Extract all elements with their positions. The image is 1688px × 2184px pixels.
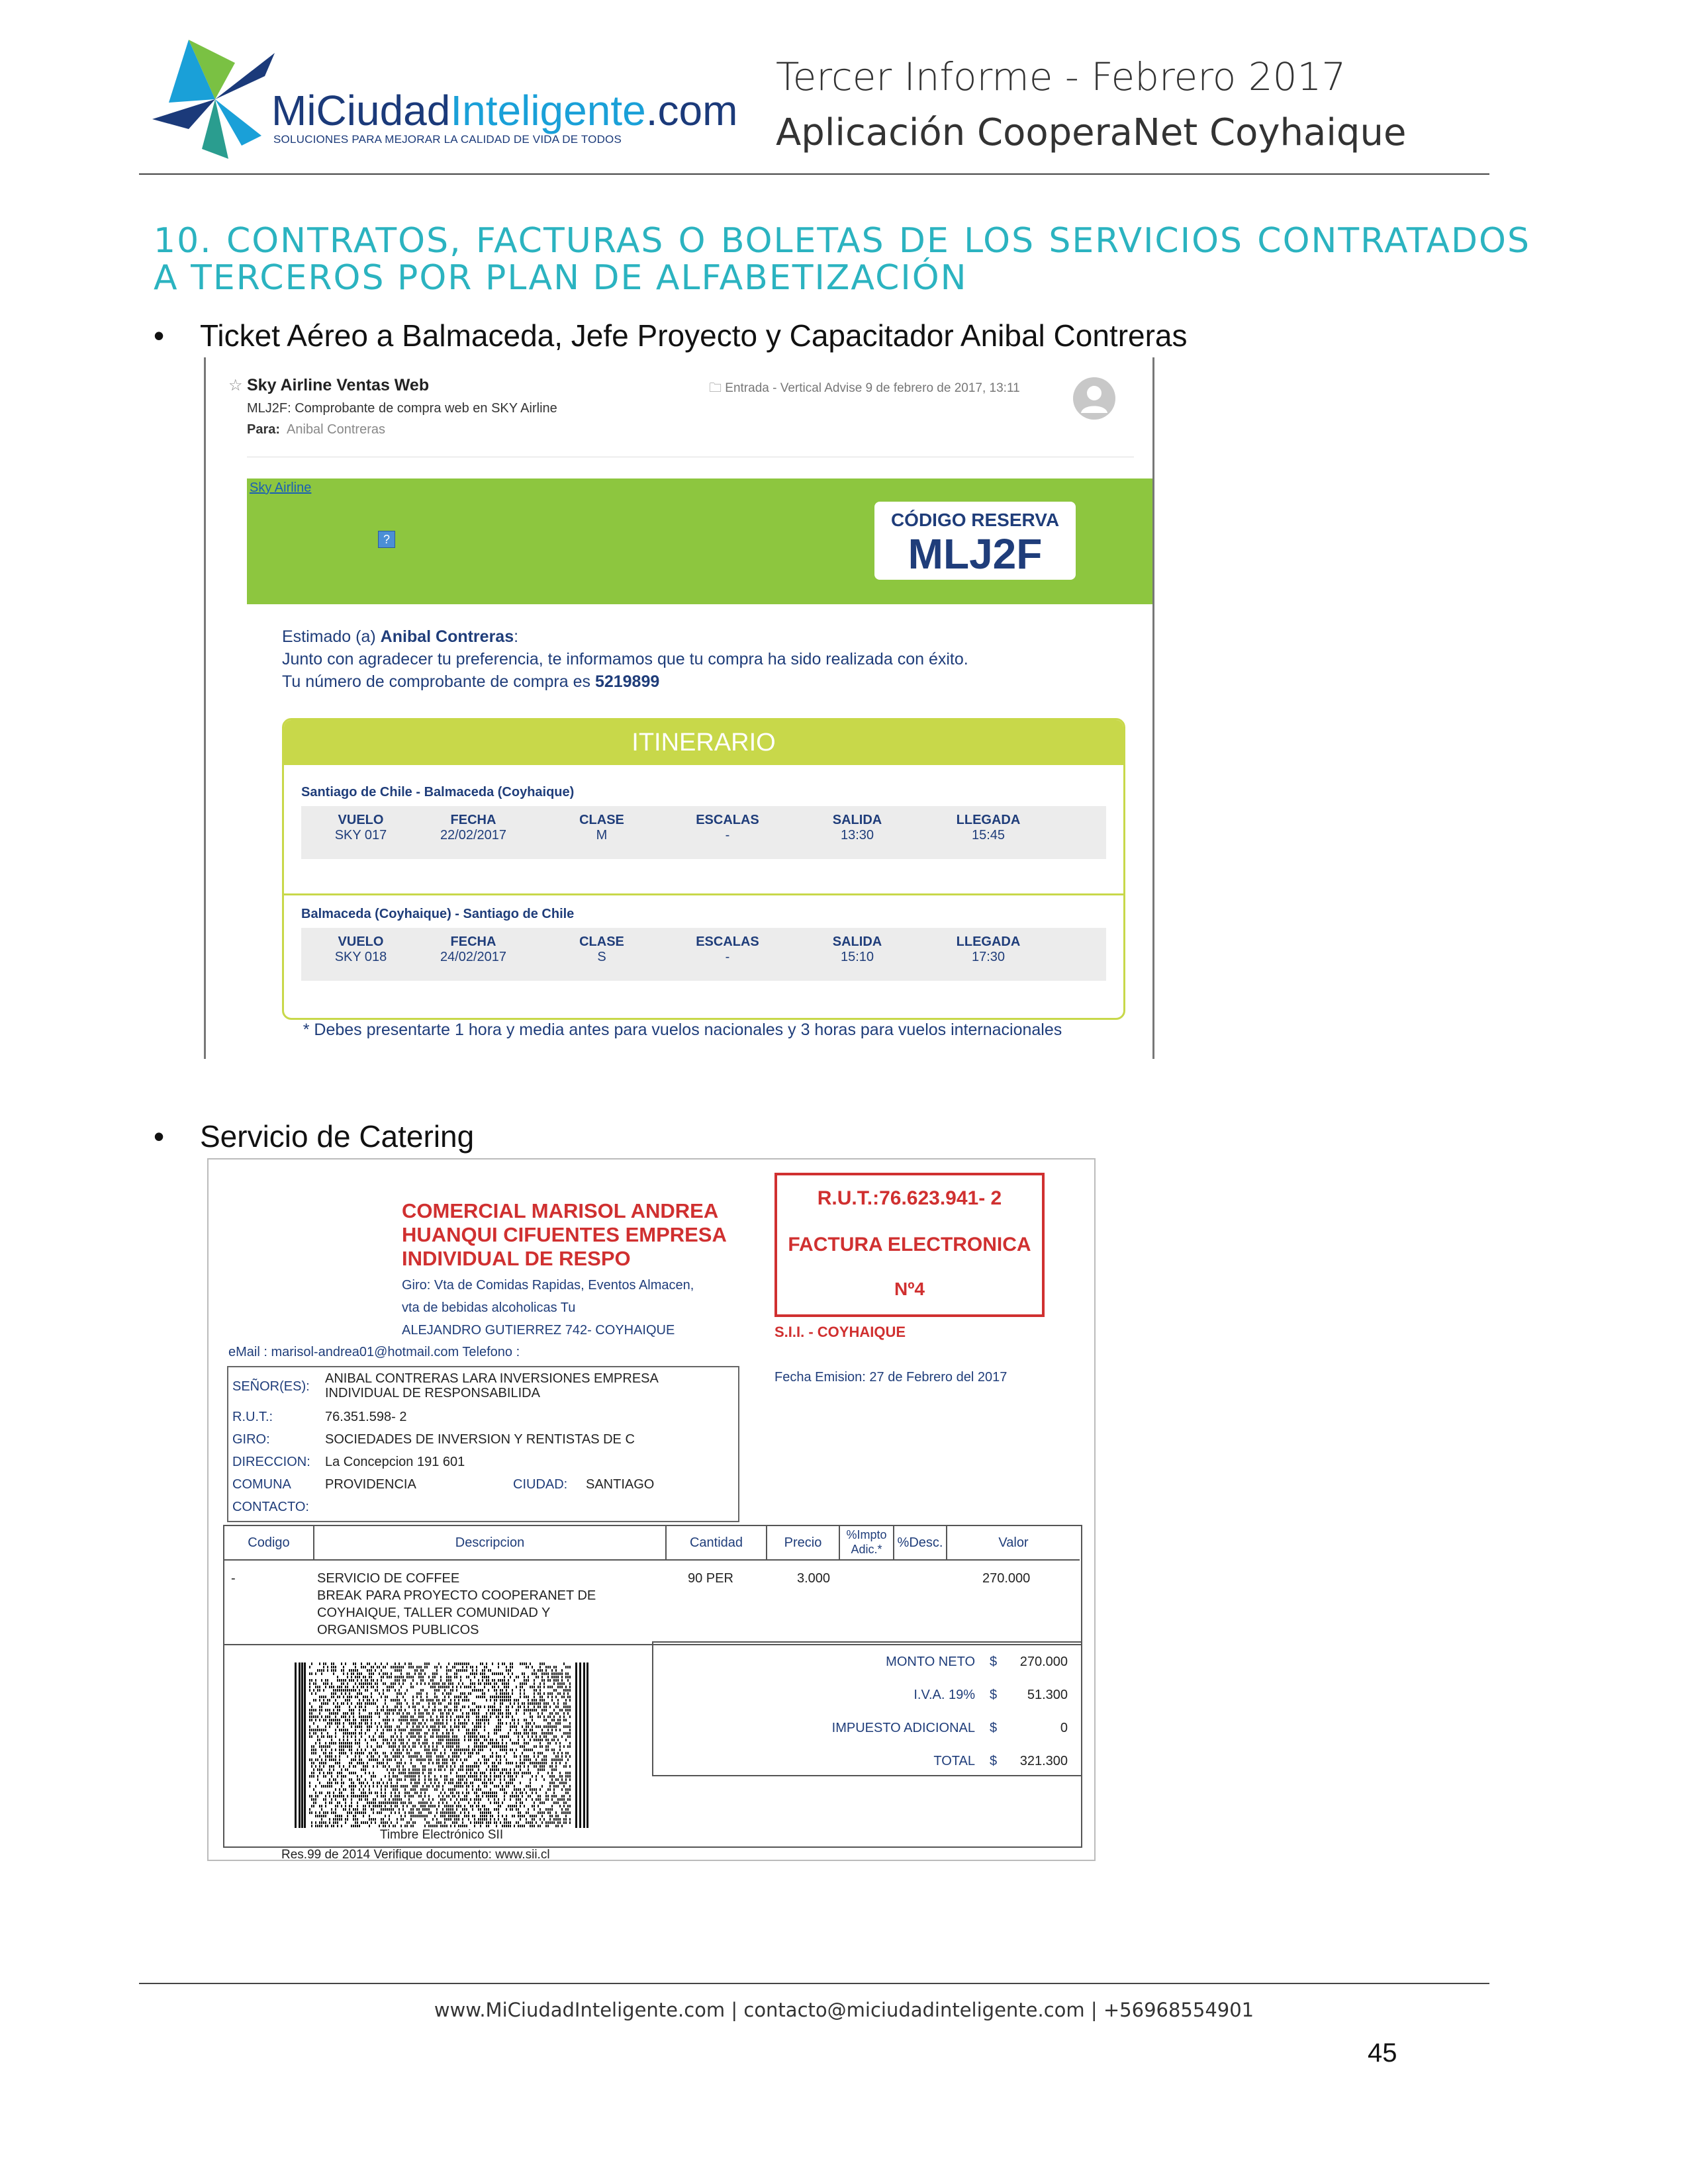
stamp-caption: Timbre Electrónico SII xyxy=(379,1828,504,1842)
email-from: Sky Airline Ventas Web xyxy=(247,376,430,394)
col-desc: %Desc. xyxy=(894,1526,947,1561)
email-recipient: Para: Anibal Contreras xyxy=(247,422,385,437)
client-giro-label: GIRO: xyxy=(232,1432,270,1447)
col-codigo: Codigo xyxy=(224,1526,314,1561)
issue-date: Fecha Emision: 27 de Febrero del 2017 xyxy=(774,1370,1008,1385)
currency-sign: $ xyxy=(990,1688,998,1702)
email-subject: MLJ2F: Comprobante de compra web en SKY … xyxy=(247,401,557,416)
itinerary-title: ITINERARIO xyxy=(284,720,1123,765)
flight-table-outbound: VUELO SKY 017 FECHA 22/02/2017 CLASE M ESCA… xyxy=(301,806,1106,859)
reservation-code-box: CÓDIGO RESERVA MLJ2F xyxy=(874,502,1076,580)
total-value: 321.300 xyxy=(1019,1754,1068,1768)
col-descripcion: Descripcion xyxy=(314,1526,667,1561)
client-contact-label: CONTACTO: xyxy=(232,1500,309,1514)
document-type: FACTURA ELECTRONICA xyxy=(788,1234,1031,1255)
total-value: 0 xyxy=(1060,1721,1068,1735)
logo-wordmark: MiCiudadInteligente.com xyxy=(271,87,738,134)
items-table: Codigo Descripcion Cantidad Precio %Impt… xyxy=(223,1525,1082,1645)
bullet-text: Ticket Aéreo a Balmaceda, Jefe Proyecto … xyxy=(200,318,1188,353)
currency-sign: $ xyxy=(990,1754,998,1768)
client-name: ANIBAL CONTRERAS LARA INVERSIONES EMPRES… xyxy=(325,1371,658,1400)
invoice-image: COMERCIAL MARISOL ANDREA HUANQUI CIFUENT… xyxy=(207,1158,1096,1861)
client-giro: SOCIEDADES DE INVERSION Y RENTISTAS DE C xyxy=(325,1432,635,1447)
bullet-item-ticket: • Ticket Aéreo a Balmaceda, Jefe Proyecto… xyxy=(154,318,1188,353)
total-value: 270.000 xyxy=(1019,1655,1068,1669)
col-impto: %Impto Adic.* xyxy=(840,1526,894,1561)
checkin-note: * Debes presentarte 1 hora y media antes… xyxy=(303,1021,1062,1039)
client-rut-label: R.U.T.: xyxy=(232,1410,273,1424)
sky-airline-link[interactable]: Sky Airline xyxy=(250,480,311,496)
resolution-note: Res.99 de 2014 Verifique documento: www.… xyxy=(281,1848,550,1861)
total-label: TOTAL xyxy=(933,1754,975,1768)
total-label: IMPUESTO ADICIONAL xyxy=(831,1721,975,1735)
issuer-name: COMERCIAL MARISOL ANDREA HUANQUI CIFUENT… xyxy=(402,1199,727,1270)
col-precio: Precio xyxy=(767,1526,840,1561)
greeting-text: Estimado (a) Anibal Contreras: Junto con… xyxy=(282,627,968,691)
item-valor: 270.000 xyxy=(982,1571,1031,1586)
totals-box: MONTO NETO $ 270.000 I.V.A. 19% $ 51.300… xyxy=(652,1641,1082,1776)
footer-rule xyxy=(139,1983,1489,1984)
currency-sign: $ xyxy=(990,1655,998,1669)
item-descripcion: SERVICIO DE COFFEE BREAK PARA PROYECTO C… xyxy=(317,1571,596,1637)
route-outbound: Santiago de Chile - Balmaceda (Coyhaique… xyxy=(301,785,575,799)
client-label: SEÑOR(ES): xyxy=(232,1379,310,1394)
col-valor: Valor xyxy=(947,1526,1080,1561)
tax-id-box: R.U.T.:76.623.941- 2 FACTURA ELECTRONICA… xyxy=(774,1173,1045,1317)
logo-tagline: SOLUCIONES PARA MEJORAR LA CALIDAD DE VI… xyxy=(273,133,622,146)
avatar xyxy=(1073,377,1115,420)
email-screenshot: ☆ Sky Airline Ventas Web MLJ2F: Comproba… xyxy=(204,357,1154,1059)
currency-sign: $ xyxy=(990,1721,998,1735)
itinerary-card: ITINERARIO Santiago de Chile - Balmaceda… xyxy=(282,718,1125,1020)
client-comuna: PROVIDENCIA xyxy=(325,1477,416,1492)
broken-image-icon: ? xyxy=(378,531,395,548)
document-number: Nº4 xyxy=(894,1279,925,1299)
client-rut: 76.351.598- 2 xyxy=(325,1410,407,1424)
sii-office: S.I.I. - COYHAIQUE xyxy=(774,1324,906,1340)
client-box: SEÑOR(ES): ANIBAL CONTRERAS LARA INVERSI… xyxy=(227,1366,739,1522)
item-precio: 3.000 xyxy=(797,1571,831,1586)
flight-table-return: VUELO SKY 018 FECHA 24/02/2017 CLASE S ESCA… xyxy=(301,928,1106,981)
bullet-text: Servicio de Catering xyxy=(200,1119,475,1154)
code-label: CÓDIGO RESERVA xyxy=(890,510,1060,530)
leg-divider xyxy=(284,893,1123,895)
total-label: I.V.A. 19% xyxy=(914,1688,975,1702)
client-address: La Concepcion 191 601 xyxy=(325,1455,465,1469)
issuer-rut: R.U.T.:76.623.941- 2 xyxy=(817,1187,1002,1209)
header-rule xyxy=(139,173,1489,175)
item-cantidad: 90 PER xyxy=(688,1571,733,1586)
report-title: Tercer Informe - Febrero 2017 xyxy=(776,54,1346,99)
bullet-item-catering: • Servicio de Catering xyxy=(154,1119,475,1154)
footer-contact: www.MiCiudadInteligente.com | contacto@m… xyxy=(434,1999,1254,2021)
section-title: 10. CONTRATOS, FACTURAS O BOLETAS DE LOS… xyxy=(154,221,1530,298)
client-city: SANTIAGO xyxy=(586,1477,655,1492)
electronic-stamp-barcode xyxy=(295,1662,588,1828)
client-comuna-label: COMUNA xyxy=(232,1477,291,1492)
issuer-giro: Giro: Vta de Comidas Rapidas, Eventos Al… xyxy=(402,1278,694,1338)
code-value: MLJ2F xyxy=(908,530,1043,578)
report-subtitle: Aplicación CooperaNet Coyhaique xyxy=(776,111,1407,154)
total-label: MONTO NETO xyxy=(886,1655,975,1669)
total-value: 51.300 xyxy=(1027,1688,1068,1702)
page-number: 45 xyxy=(1368,2038,1397,2068)
client-address-label: DIRECCION: xyxy=(232,1455,310,1469)
logo-star-icon xyxy=(152,40,275,159)
star-icon: ☆ xyxy=(228,377,243,394)
item-codigo: - xyxy=(231,1571,236,1586)
col-cantidad: Cantidad xyxy=(667,1526,767,1561)
route-return: Balmaceda (Coyhaique) - Santiago de Chil… xyxy=(301,907,575,921)
client-city-label: CIUDAD: xyxy=(513,1477,568,1492)
issuer-email: eMail : marisol-andrea01@hotmail.com Tel… xyxy=(228,1345,520,1359)
email-folder-date: 🗀 Entrada - Vertical Advise 9 de febrero… xyxy=(709,381,1020,395)
